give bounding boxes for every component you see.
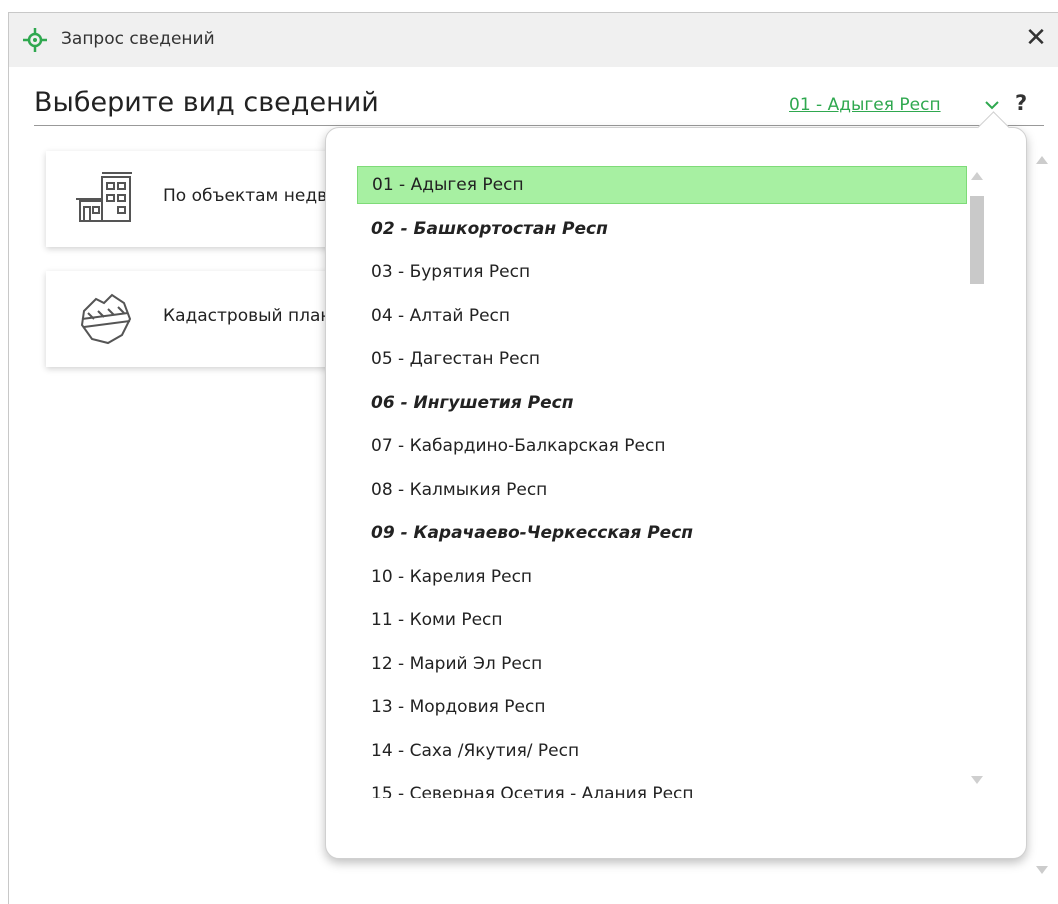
title-bar: Запрос сведений ✕ <box>9 13 1058 67</box>
list-item[interactable]: 11 - Коми Респ <box>357 601 967 645</box>
window-title: Запрос сведений <box>61 29 215 49</box>
list-item[interactable]: 14 - Саха /Якутия/ Респ <box>357 732 967 776</box>
header-divider <box>34 125 1044 126</box>
help-button[interactable]: ? <box>1015 91 1027 115</box>
chevron-down-icon[interactable] <box>983 98 1001 112</box>
list-item[interactable]: 15 - Северная Осетия - Алания Респ <box>357 775 967 798</box>
scroll-down-icon[interactable] <box>970 774 984 786</box>
list-item[interactable]: 08 - Калмыкия Респ <box>357 471 967 515</box>
scroll-up-icon[interactable] <box>970 170 984 182</box>
list-item[interactable]: 12 - Марий Эл Респ <box>357 645 967 689</box>
region-list: 01 - Адыгея Респ 02 - Башкортостан Респ … <box>357 166 967 798</box>
list-item[interactable]: 10 - Карелия Респ <box>357 558 967 602</box>
list-item[interactable]: 02 - Башкортостан Респ <box>357 210 967 254</box>
list-item[interactable]: 09 - Карачаево-Черкесская Респ <box>357 514 967 558</box>
scrollbar-thumb[interactable] <box>970 196 984 284</box>
page-title: Выберите вид сведений <box>34 87 379 118</box>
dropdown-scrollbar[interactable] <box>968 166 986 798</box>
list-item[interactable]: 07 - Кабардино-Балкарская Респ <box>357 427 967 471</box>
scroll-up-icon[interactable] <box>1035 153 1049 167</box>
list-item[interactable]: 06 - Ингушетия Респ <box>357 384 967 428</box>
list-item[interactable]: 05 - Дагестан Респ <box>357 340 967 384</box>
map-icon <box>80 293 132 345</box>
close-button[interactable]: ✕ <box>1021 23 1051 53</box>
region-dropdown: 01 - Адыгея Респ 02 - Башкортостан Респ … <box>325 127 1027 859</box>
list-item[interactable]: 01 - Адыгея Респ <box>357 166 967 204</box>
list-item[interactable]: 03 - Бурятия Респ <box>357 253 967 297</box>
list-item[interactable]: 13 - Мордовия Респ <box>357 688 967 732</box>
crosshair-icon <box>23 28 47 52</box>
region-selector-link[interactable]: 01 - Адыгея Респ <box>789 95 941 115</box>
building-icon <box>76 172 132 222</box>
list-item[interactable]: 04 - Алтай Респ <box>357 297 967 341</box>
scroll-down-icon[interactable] <box>1035 863 1049 877</box>
